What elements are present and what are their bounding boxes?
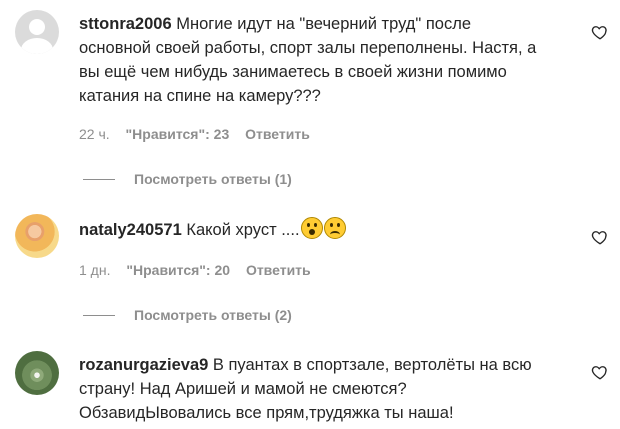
username[interactable]: rozanurgazieva9 — [79, 356, 208, 374]
comment-body: nataly240571 Какой хруст .... — [79, 217, 579, 242]
avatar[interactable] — [15, 351, 59, 395]
view-replies-label: Посмотреть ответы (1) — [134, 171, 292, 187]
timestamp[interactable]: 1 дн. — [79, 262, 110, 278]
default-avatar-icon-head — [29, 19, 45, 35]
timestamp[interactable]: 22 ч. — [79, 126, 110, 142]
reply-button[interactable]: Ответить — [245, 126, 310, 142]
heart-outline-icon[interactable] — [591, 23, 609, 41]
username[interactable]: nataly240571 — [79, 221, 182, 239]
comment-text: Какой хруст .... — [186, 221, 300, 239]
view-replies-button[interactable]: Посмотреть ответы (2) — [83, 307, 292, 323]
likes-count[interactable]: "Нравится": 23 — [126, 126, 230, 142]
comment-item: sttonra2006 Многие идут на "вечерний тру… — [0, 0, 620, 200]
astonished-face-emoji — [300, 217, 323, 239]
reply-button[interactable]: Ответить — [246, 262, 311, 278]
comment-body: rozanurgazieva9 В пуантах в спортзале, в… — [79, 353, 579, 425]
avatar[interactable] — [15, 10, 59, 54]
divider-line — [83, 314, 115, 316]
avatar[interactable] — [15, 214, 59, 258]
default-avatar-icon-body — [21, 38, 53, 54]
comment-meta: 22 ч. "Нравится": 23 Ответить — [79, 126, 322, 142]
comment-item: rozanurgazieva9 В пуантах в спортзале, в… — [0, 330, 620, 429]
heart-outline-icon[interactable] — [591, 228, 609, 246]
comment-meta: 1 дн. "Нравится": 20 Ответить — [79, 262, 323, 278]
sad-face-emoji — [323, 217, 346, 239]
comment-item: nataly240571 Какой хруст .... 1 дн. "Нра… — [0, 200, 620, 330]
view-replies-label: Посмотреть ответы (2) — [134, 307, 292, 323]
heart-outline-icon[interactable] — [591, 363, 609, 381]
view-replies-button[interactable]: Посмотреть ответы (1) — [83, 171, 292, 187]
divider-line — [83, 178, 115, 180]
comment-body: sttonra2006 Многие идут на "вечерний тру… — [79, 12, 579, 108]
likes-count[interactable]: "Нравится": 20 — [126, 262, 230, 278]
username[interactable]: sttonra2006 — [79, 15, 172, 33]
